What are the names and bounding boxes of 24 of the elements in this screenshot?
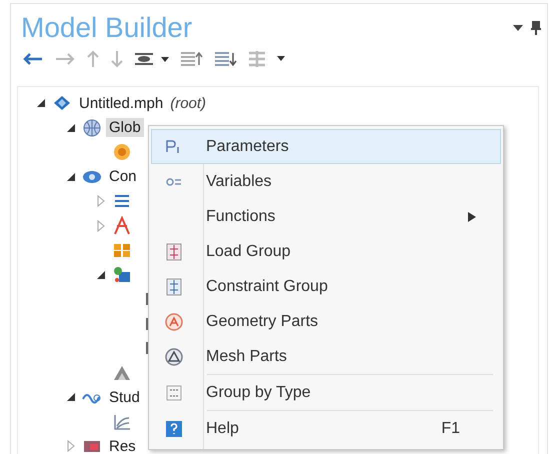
- show-options-icon[interactable]: [135, 52, 169, 66]
- menu-item[interactable]: Mesh Parts: [151, 339, 501, 374]
- back-arrow-icon[interactable]: [23, 53, 43, 65]
- tree-node-label[interactable]: Glob: [106, 118, 144, 138]
- pin-icon[interactable]: [531, 21, 541, 35]
- panel-title: Model Builder: [21, 12, 194, 44]
- root-note: (root): [170, 94, 206, 112]
- menu-item[interactable]: Load Group: [151, 234, 501, 269]
- layout-options-icon[interactable]: [249, 51, 285, 67]
- menu-item[interactable]: Parameters: [151, 129, 501, 164]
- collapse-all-icon[interactable]: [181, 51, 203, 67]
- menu-item[interactable]: Functions: [151, 199, 501, 234]
- menu-item[interactable]: Help F1: [151, 411, 501, 446]
- tree-node-label[interactable]: Res: [106, 436, 139, 454]
- tree-node-label[interactable]: Untitled.mph: [76, 94, 166, 113]
- tree-node-label[interactable]: Con: [106, 167, 140, 186]
- shortcut-label: F1: [441, 420, 460, 438]
- menu-item[interactable]: Group by Type: [151, 375, 501, 410]
- tree-node-label[interactable]: Stud: [106, 388, 143, 407]
- menu-item[interactable]: Variables: [151, 164, 501, 199]
- dropdown-caret-icon[interactable]: [513, 24, 523, 32]
- menu-item[interactable]: Geometry Parts: [151, 304, 501, 339]
- expand-all-icon[interactable]: [215, 51, 237, 67]
- menu-item[interactable]: Constraint Group: [151, 269, 501, 304]
